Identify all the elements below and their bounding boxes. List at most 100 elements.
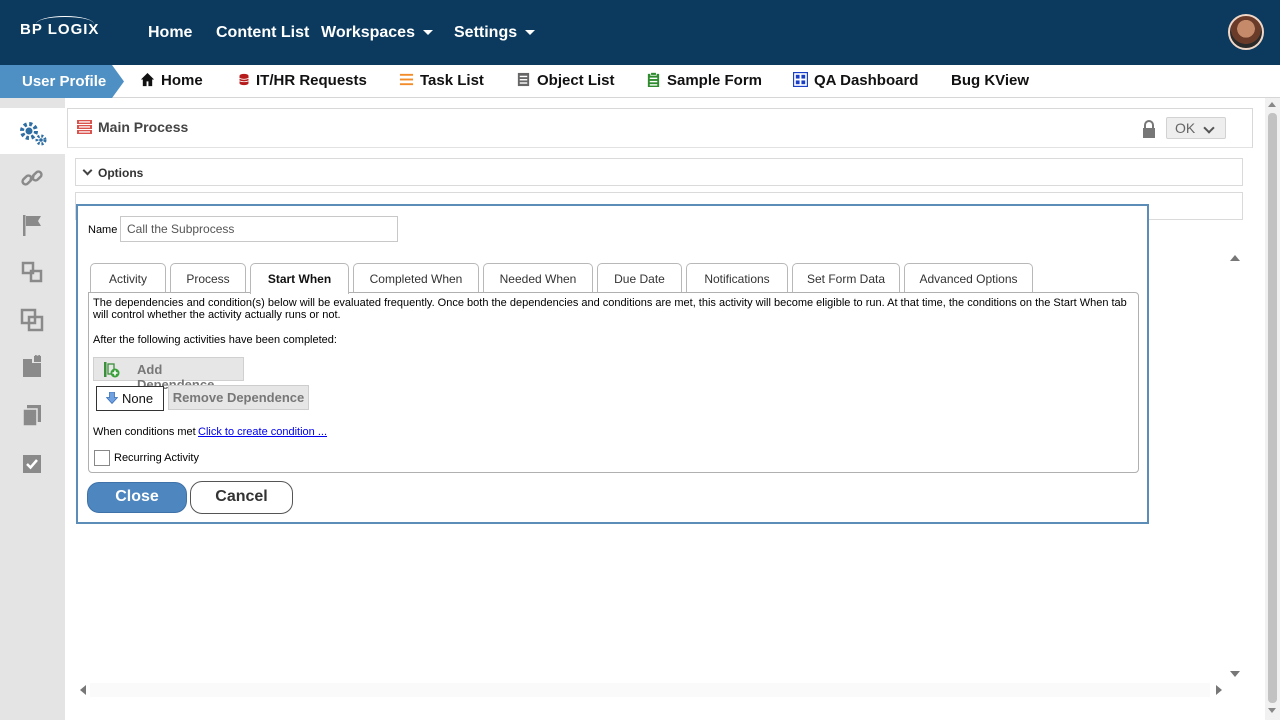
logo-arc [36, 16, 94, 32]
ok-label: OK [1175, 120, 1196, 136]
add-dependence-button[interactable]: Add Dependence [93, 357, 244, 392]
nav-workspaces[interactable]: Workspaces [321, 24, 433, 42]
link-icon[interactable] [20, 166, 44, 190]
dashboard-icon [793, 72, 808, 87]
favorite-it-hr-requests[interactable]: IT/HR Requests [238, 72, 367, 89]
favorite-sample-form[interactable]: Sample Form [646, 72, 762, 89]
chevron-down-icon [1203, 122, 1215, 134]
favorite-bug-kview-label: Bug KView [951, 72, 1030, 89]
recurring-activity-checkbox[interactable] [94, 450, 110, 466]
tab-activity[interactable]: Activity [90, 263, 166, 293]
tab-due-date[interactable]: Due Date [597, 263, 682, 293]
tab-notifications-label: Notifications [704, 272, 770, 286]
create-condition-link[interactable]: Click to create condition ... [198, 426, 327, 438]
cancel-button[interactable]: Cancel [190, 481, 293, 514]
tab-start-when-label: Start When [267, 272, 332, 286]
favorite-object-list-label: Object List [537, 72, 615, 89]
tab-start-when[interactable]: Start When [250, 263, 349, 294]
locked-document-icon[interactable] [20, 355, 44, 379]
panel-title: Main Process [98, 119, 189, 135]
name-label: Name [88, 224, 118, 236]
page-scrollbar-thumb[interactable] [1268, 113, 1277, 703]
favorite-sample-form-label: Sample Form [667, 72, 763, 89]
tab-set-form-data[interactable]: Set Form Data [792, 263, 900, 293]
main-process-panel-header: Main Process OK [67, 108, 1253, 148]
tab-advanced-options[interactable]: Advanced Options [904, 263, 1033, 293]
activity-properties-dialog: Name Activity Process Start When Complet… [76, 204, 1149, 524]
scroll-left-arrow-icon[interactable] [80, 685, 86, 695]
left-toolbar [0, 98, 65, 720]
favorite-home-label: Home [161, 72, 203, 89]
scroll-up-arrow-icon[interactable] [1230, 255, 1240, 261]
close-button[interactable]: Close [87, 482, 187, 513]
chevron-down-icon [82, 165, 93, 176]
tab-set-form-data-label: Set Form Data [806, 272, 886, 286]
user-profile-label: User Profile [22, 73, 107, 90]
tab-completed-when[interactable]: Completed When [353, 263, 479, 293]
checklist-icon[interactable] [20, 452, 44, 476]
chevron-down-icon [422, 30, 433, 36]
nav-workspaces-label: Workspaces [321, 24, 415, 41]
page-scroll-up-icon[interactable] [1268, 102, 1276, 107]
list-icon [399, 73, 414, 86]
tab-process-label: Process [186, 272, 230, 286]
gears-icon[interactable] [17, 119, 49, 147]
tab-due-date-label: Due Date [614, 272, 665, 286]
tab-activity-label: Activity [108, 272, 147, 286]
favorite-it-hr-requests-label: IT/HR Requests [256, 72, 367, 89]
top-navigation-bar: BP LOGIX Home Content List Workspaces Se… [0, 0, 1280, 65]
documents-icon[interactable] [20, 403, 44, 427]
home-icon [140, 72, 155, 87]
process-icon [77, 120, 92, 134]
options-label: Options [98, 166, 144, 180]
close-button-label: Close [115, 488, 159, 505]
nav-home[interactable]: Home [148, 24, 192, 42]
dependence-none-label: None [122, 391, 154, 406]
nav-home-label: Home [148, 24, 193, 41]
user-avatar[interactable] [1228, 14, 1264, 50]
bp-logix-logo[interactable]: BP LOGIX [20, 16, 99, 38]
ok-dropdown-button[interactable]: OK [1166, 117, 1226, 139]
remove-dependence-button[interactable]: Remove Dependence [168, 385, 309, 410]
database-icon [239, 73, 249, 86]
dependence-none-item[interactable]: None [96, 386, 164, 411]
nav-settings[interactable]: Settings [454, 24, 536, 42]
favorites-bar: User Profile Home IT/HR Requests Task Li… [0, 65, 1280, 98]
start-when-tab-content: The dependencies and condition(s) below … [88, 292, 1139, 473]
favorite-qa-dashboard[interactable]: QA Dashboard [793, 72, 918, 89]
scroll-right-arrow-icon[interactable] [1216, 685, 1222, 695]
tab-needed-when-label: Needed When [499, 272, 577, 286]
nav-settings-label: Settings [454, 24, 518, 41]
tab-needed-when[interactable]: Needed When [483, 263, 593, 293]
favorite-task-list[interactable]: Task List [399, 72, 484, 89]
when-conditions-met-label: When conditions met [93, 426, 196, 438]
form-icon [647, 72, 660, 87]
flag-icon[interactable] [20, 213, 44, 237]
favorite-object-list[interactable]: Object List [516, 72, 615, 89]
chevron-down-icon [525, 30, 536, 36]
copy-icon[interactable] [20, 308, 44, 332]
nav-content-list[interactable]: Content List [216, 24, 309, 42]
favorite-qa-dashboard-label: QA Dashboard [814, 72, 919, 89]
document-icon [517, 72, 530, 87]
tab-process[interactable]: Process [170, 263, 246, 293]
name-input[interactable] [120, 216, 398, 242]
add-dependence-icon [104, 362, 120, 378]
start-when-description: The dependencies and condition(s) below … [93, 297, 1127, 321]
favorite-home[interactable]: Home [140, 72, 203, 89]
recurring-activity-label: Recurring Activity [114, 452, 199, 464]
options-section-header[interactable]: Options [75, 158, 1243, 186]
tab-advanced-options-label: Advanced Options [919, 272, 1018, 286]
favorite-bug-kview[interactable]: Bug KView [951, 72, 1029, 89]
horizontal-scrollbar[interactable] [90, 683, 1210, 697]
remove-dependence-label: Remove Dependence [172, 390, 305, 405]
arrow-down-icon [106, 392, 118, 404]
page-scroll-down-icon[interactable] [1268, 708, 1276, 713]
dependencies-label: After the following activities have been… [93, 334, 337, 346]
user-profile-breadcrumb[interactable]: User Profile [0, 65, 124, 98]
lock-icon[interactable] [1141, 120, 1157, 138]
subprocess-icon[interactable] [20, 260, 44, 284]
tab-notifications[interactable]: Notifications [686, 263, 788, 293]
favorite-task-list-label: Task List [420, 72, 484, 89]
scroll-down-arrow-icon[interactable] [1230, 671, 1240, 677]
